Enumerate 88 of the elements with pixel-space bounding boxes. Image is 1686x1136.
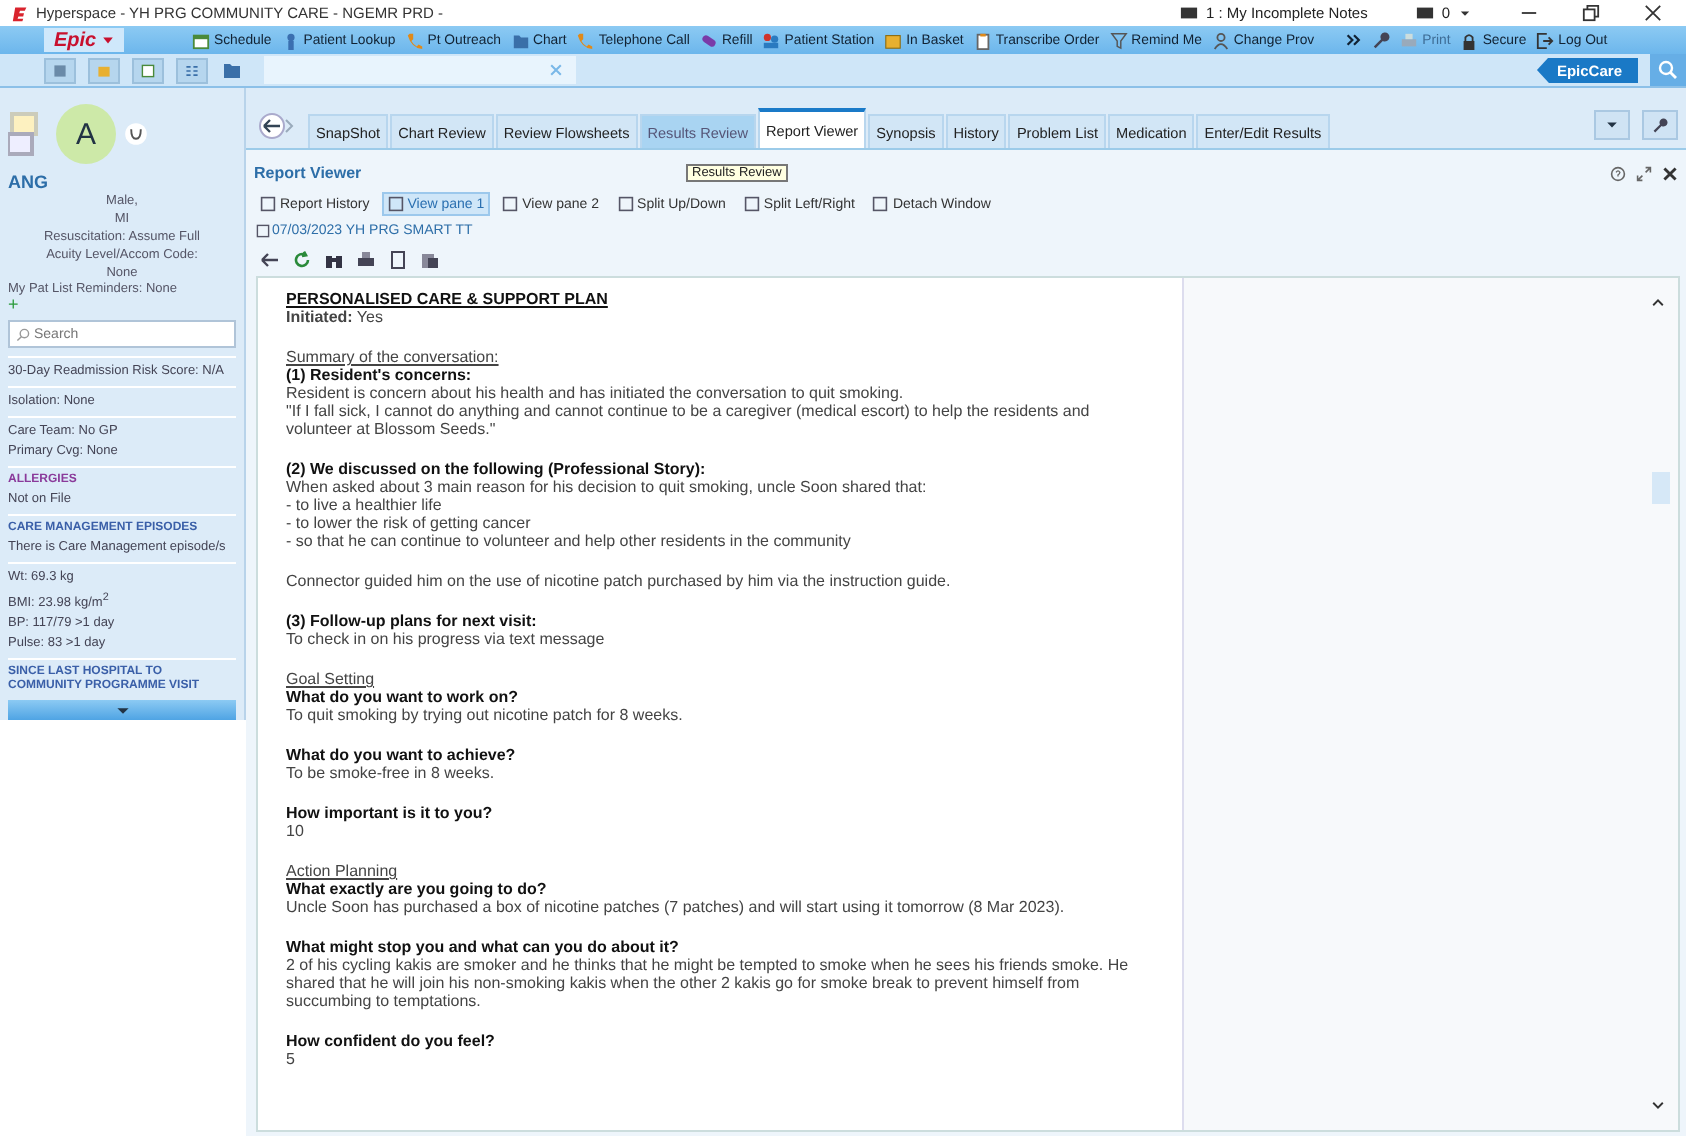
list-icon [184, 63, 200, 77]
pane-icon [387, 196, 404, 212]
window-button[interactable] [132, 57, 164, 83]
section-heading: Action Planning [286, 862, 400, 880]
question-text: What might stop you and what can you do about it? [286, 938, 681, 956]
pane-icon [617, 196, 634, 212]
document-text: 2 of his cycling kakis are smoker and he thinks that he might be tempted to smoke when he sees his friends smoke. He shared that he will join his non-smoking kakis when the other 2 kakis go for smoke break to prevent himself from succumbing to temptations. [286, 956, 1131, 1010]
pane-icon [502, 196, 519, 212]
caret-icon [102, 34, 115, 46]
caret-icon [1606, 120, 1618, 130]
document-text: To quit smoking by trying out nicotine patch for 8 weeks. [286, 706, 685, 724]
help-icon[interactable] [1610, 165, 1626, 181]
tray-icon [884, 31, 903, 49]
section-heading: Goal Setting [286, 670, 377, 688]
close-icon[interactable] [1644, 4, 1662, 22]
question-text: What do you want to work on? [286, 688, 520, 706]
question-text: How confident do you feel? [286, 1032, 497, 1050]
pill-icon [699, 31, 718, 49]
window-icon [52, 63, 68, 77]
pane-icon [743, 196, 760, 212]
tray-icon [96, 63, 112, 77]
question-text: (1) Resident's concerns: [286, 366, 474, 384]
calendar-icon [192, 31, 210, 49]
document-text: To check in on his progress via text message [286, 630, 607, 648]
folder-icon [511, 31, 529, 49]
scroll-down-icon[interactable] [1650, 1098, 1666, 1114]
calendar-icon [140, 63, 156, 77]
search-icon [1658, 60, 1678, 80]
restore-icon[interactable] [1582, 4, 1600, 22]
document-title: PERSONALISED CARE & SUPPORT PLAN [286, 290, 610, 308]
section-title: Report Viewer [254, 164, 362, 182]
document-text: "If I fall sick, I cannot do anything and cannot continue to be a caregiver (medical escort) to help the residents and volunteer at Blossom Seeds." [286, 402, 1092, 438]
expand-bar[interactable] [8, 700, 236, 721]
phone-icon [576, 31, 595, 49]
question-text: (3) Follow-up plans for next visit: [286, 612, 539, 630]
people-icon [762, 31, 781, 49]
document-text: Connector guided him on the use of nicotine patch purchased by him via the instruction guide. [286, 572, 953, 590]
patient-avatar: A [56, 104, 116, 164]
question-text: How important is it to you? [286, 804, 495, 822]
scroll-up-icon[interactable] [1650, 294, 1666, 310]
logout-icon [1536, 31, 1555, 49]
document-text: 5 [286, 1050, 297, 1068]
back-forward-button[interactable] [258, 111, 298, 139]
document-text: Uncle Soon has purchased a box of nicotine patches (7 patches) and will start using it tomorrow (8 Mar 2023). [286, 898, 1067, 916]
epic-menu-button[interactable]: Epic [44, 28, 125, 52]
arrows-icon [258, 111, 298, 139]
app-icon [12, 5, 28, 21]
expand-icon[interactable] [1636, 165, 1652, 181]
back-icon[interactable] [260, 249, 280, 269]
window-button[interactable] [44, 57, 76, 83]
caret-icon[interactable] [1458, 6, 1472, 20]
printer-icon[interactable] [356, 249, 376, 269]
phone-icon [405, 31, 424, 49]
copy-icon[interactable] [388, 249, 408, 269]
filter-icon [1109, 31, 1128, 49]
person-icon [1211, 31, 1230, 49]
document-text: When asked about 3 main reason for his decision to quit smoking, uncle Soon shared that: [286, 478, 929, 496]
window-button[interactable] [176, 57, 208, 83]
pane-icon [260, 196, 276, 212]
search-icon [16, 328, 30, 342]
printer-icon [1400, 31, 1419, 49]
close-icon[interactable] [1662, 165, 1678, 181]
document-text: Resident is concern about his health and has initiated the conversation to quit smoking. [286, 384, 906, 402]
refresh-icon[interactable] [292, 249, 312, 269]
question-text: What do you want to achieve? [286, 746, 518, 764]
patient-name: ANG [8, 172, 50, 192]
dropdown-button[interactable] [1594, 110, 1630, 140]
folder-icon[interactable] [220, 60, 244, 80]
scroll-thumb[interactable] [1652, 472, 1670, 504]
wrench-icon [1652, 117, 1668, 133]
lock-icon [1460, 31, 1479, 49]
document-text: - to live a healthier life [286, 496, 444, 514]
document-text: - so that he can continue to volunteer and help other residents in the community [286, 532, 853, 550]
document-text: 10 [286, 822, 306, 840]
wrench-button[interactable] [1642, 110, 1678, 140]
paste-icon[interactable] [420, 249, 440, 269]
chevrons-icon[interactable] [1346, 32, 1363, 48]
document-text: To be smoke-free in 8 weeks. [286, 764, 497, 782]
document-text: Initiated: Yes [286, 308, 385, 326]
question-text: (2) We discussed on the following (Professional Story): [286, 460, 708, 478]
section-heading: Summary of the conversation: [286, 348, 501, 366]
document-text: - to lower the risk of getting cancer [286, 514, 533, 532]
question-text: What exactly are you going to do? [286, 880, 549, 898]
pane-icon [872, 196, 889, 212]
page-icon [256, 223, 270, 237]
clipboard-icon [973, 31, 992, 49]
wrench-icon[interactable] [1372, 31, 1391, 49]
person-icon [281, 31, 300, 49]
